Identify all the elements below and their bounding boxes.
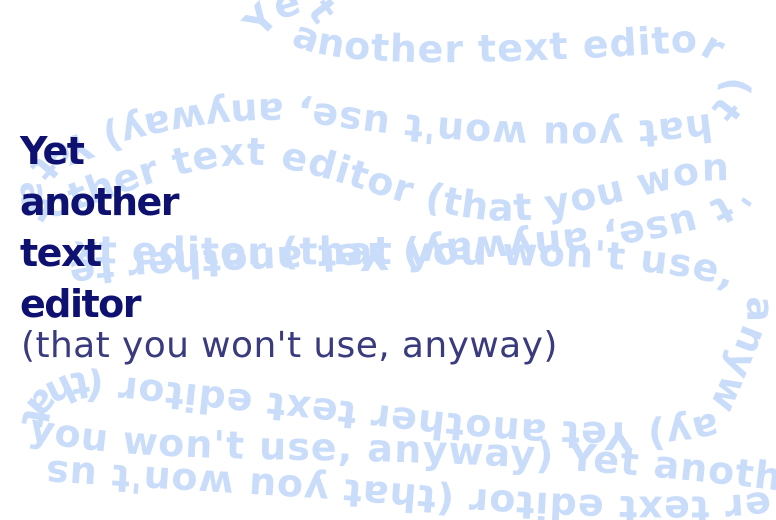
app-tagline: (that you won't use, anyway) — [21, 325, 558, 366]
app-title: Yet another text editor — [20, 126, 180, 330]
title-word-text: text — [20, 231, 102, 275]
title-word-another: another — [20, 180, 180, 224]
title-word-yet: Yet — [20, 129, 85, 173]
title-word-editor: editor — [20, 282, 142, 326]
splash-screen: Yet another text editor (that you won't … — [0, 0, 776, 520]
